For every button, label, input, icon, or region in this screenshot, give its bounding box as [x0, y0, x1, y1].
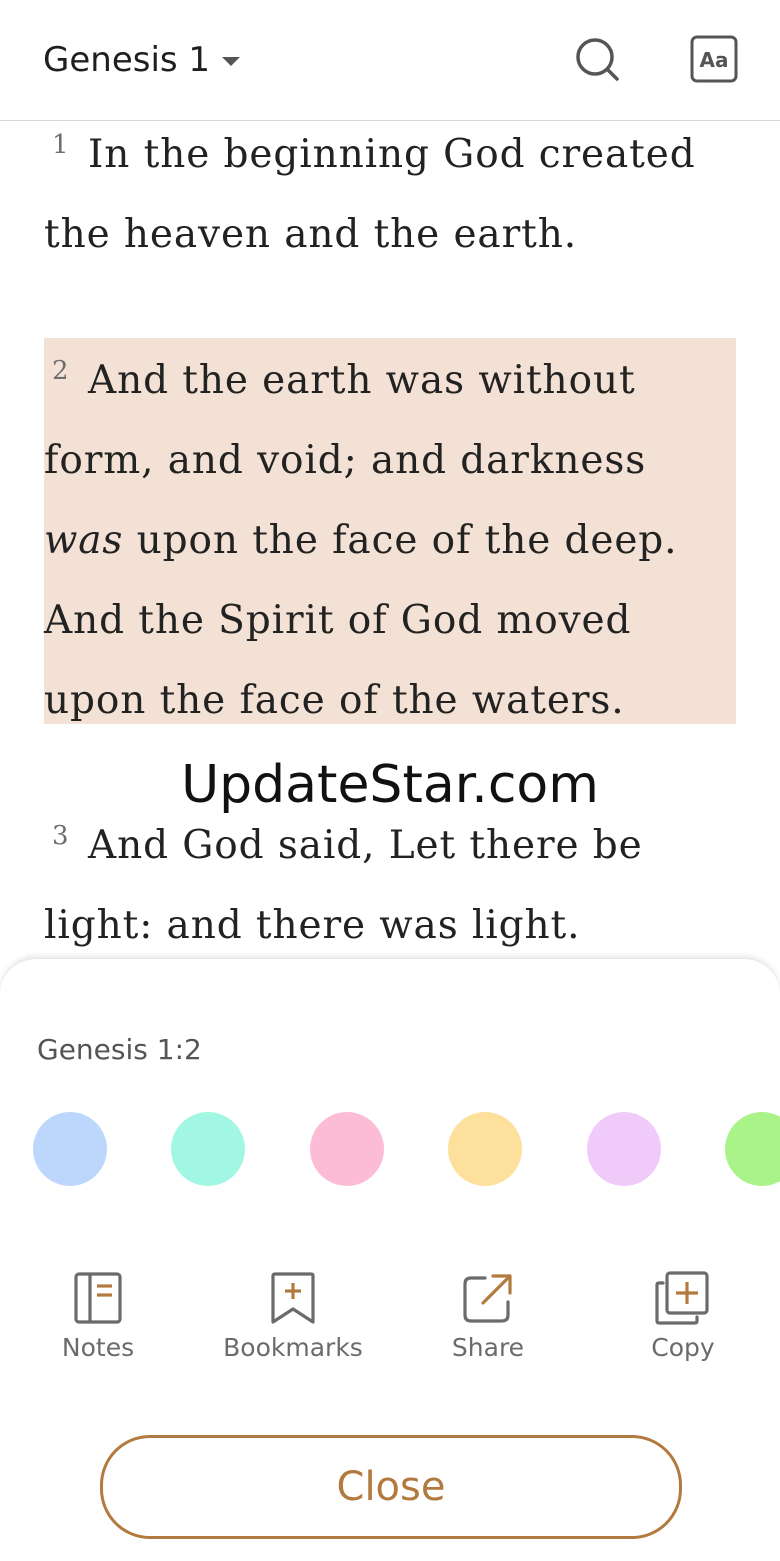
highlight-color-lavender[interactable] — [587, 1112, 661, 1186]
search-button[interactable] — [572, 34, 622, 84]
share-label: Share — [451, 1333, 525, 1362]
verse-text: And God said, Let there be light: and th… — [44, 823, 643, 948]
book-chapter-selector[interactable]: Genesis 1 — [43, 38, 241, 82]
notes-button[interactable]: Notes — [18, 1271, 178, 1362]
verse-text-part: upon the face of the deep. And the Spiri… — [44, 518, 678, 723]
verse-action-bar: Notes Bookmarks Share Copy — [0, 1271, 780, 1371]
copy-button[interactable]: Copy — [603, 1271, 763, 1362]
share-icon — [463, 1274, 512, 1323]
search-icon — [576, 38, 619, 81]
verse-text-wrap: 2 And the earth was without form, and voi… — [44, 331, 736, 741]
copy-label: Copy — [651, 1333, 715, 1362]
highlight-color-yellow[interactable] — [448, 1112, 522, 1186]
dropdown-caret-icon — [222, 56, 241, 66]
verse-2-highlighted[interactable]: 2 And the earth was without form, and voi… — [44, 338, 736, 724]
verse-number: 1 — [52, 130, 70, 160]
verse-text: In the beginning God created the heaven … — [44, 132, 696, 257]
verse-actions-sheet: Genesis 1:2 Notes Bookmarks Share Copy C… — [0, 958, 780, 1561]
verse-number: 2 — [52, 356, 70, 386]
bookmarks-label: Bookmarks — [223, 1333, 363, 1362]
highlight-color-pink[interactable] — [310, 1112, 384, 1186]
bookmark-add-icon — [271, 1272, 315, 1324]
font-settings-label: Aa — [700, 48, 729, 72]
highlight-color-green[interactable] — [725, 1112, 780, 1186]
selected-verse-reference: Genesis 1:2 — [37, 1033, 202, 1066]
verse-italic-word: was — [44, 518, 124, 563]
highlight-color-mint[interactable] — [171, 1112, 245, 1186]
top-bar: Genesis 1 Aa — [0, 0, 780, 121]
notes-icon — [74, 1272, 122, 1324]
verse-text-part: And the earth was without form, and void… — [44, 358, 647, 483]
close-button[interactable]: Close — [100, 1435, 682, 1539]
verse-1[interactable]: 1 In the beginning God created the heaven… — [44, 105, 736, 275]
verse-number: 3 — [52, 821, 70, 851]
copy-icon — [655, 1271, 709, 1325]
share-button[interactable]: Share — [408, 1271, 568, 1362]
verse-3[interactable]: 3 And God said, Let there be light: and t… — [44, 796, 736, 966]
font-settings-button[interactable]: Aa — [690, 35, 738, 83]
book-chapter-title: Genesis 1 — [43, 40, 211, 80]
highlight-color-blue[interactable] — [33, 1112, 107, 1186]
notes-label: Notes — [61, 1333, 135, 1362]
bookmarks-button[interactable]: Bookmarks — [213, 1271, 373, 1362]
font-settings-icon: Aa — [690, 35, 738, 83]
highlight-color-picker — [0, 1112, 780, 1188]
